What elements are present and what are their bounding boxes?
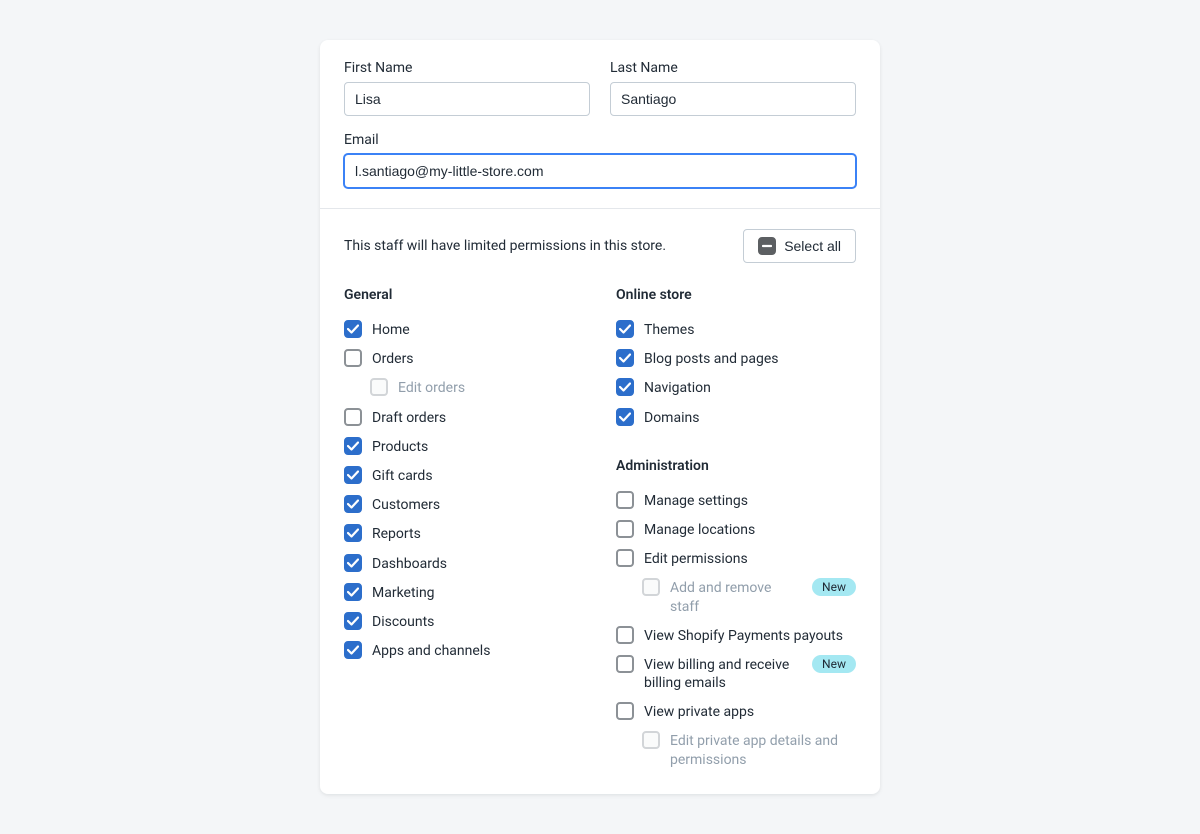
permission-checkbox[interactable] bbox=[344, 349, 362, 367]
permission-list: Themes Blog posts and pages Navigation Doma… bbox=[616, 315, 856, 432]
permission-list: Manage settings Manage locations Edit perm… bbox=[616, 486, 856, 774]
permission-label: Draft orders bbox=[372, 408, 584, 427]
permission-group-general: General Home Orders Edit orders Draft orders… bbox=[344, 287, 584, 665]
permission-checkbox[interactable] bbox=[616, 655, 634, 673]
permission-checkbox[interactable] bbox=[616, 520, 634, 538]
permission-checkbox[interactable] bbox=[344, 554, 362, 572]
permission-checkbox[interactable] bbox=[616, 549, 634, 567]
permission-item[interactable]: Domains bbox=[616, 403, 856, 432]
permission-item[interactable]: Edit permissions bbox=[616, 544, 856, 573]
new-badge: New bbox=[812, 655, 856, 673]
permission-item[interactable]: Reports bbox=[344, 519, 584, 548]
group-heading: Online store bbox=[616, 287, 856, 303]
permission-checkbox[interactable] bbox=[344, 583, 362, 601]
permission-checkbox[interactable] bbox=[616, 378, 634, 396]
permission-label: Edit permissions bbox=[644, 549, 856, 568]
permission-label: Manage settings bbox=[644, 491, 856, 510]
permissions-column-left: General Home Orders Edit orders Draft orders… bbox=[344, 287, 584, 774]
permission-checkbox[interactable] bbox=[344, 408, 362, 426]
permissions-section: This staff will have limited permissions… bbox=[320, 208, 880, 794]
permission-label: Manage locations bbox=[644, 520, 856, 539]
permission-item[interactable]: Draft orders bbox=[344, 403, 584, 432]
permission-item[interactable]: View private apps bbox=[616, 697, 856, 726]
permission-label: Edit private app details and permissions bbox=[670, 731, 856, 768]
permission-label: Reports bbox=[372, 524, 584, 543]
permission-item[interactable]: Manage locations bbox=[616, 515, 856, 544]
permission-item: Add and remove staff New bbox=[616, 573, 856, 620]
permission-label: Navigation bbox=[644, 378, 856, 397]
group-heading: General bbox=[344, 287, 584, 303]
permission-item[interactable]: Orders bbox=[344, 344, 584, 373]
permissions-column-right: Online store Themes Blog posts and pages Na… bbox=[616, 287, 856, 774]
permission-item[interactable]: Themes bbox=[616, 315, 856, 344]
permission-group-online_store: Online store Themes Blog posts and pages Na… bbox=[616, 287, 856, 432]
permission-item: Edit orders bbox=[344, 373, 584, 402]
select-all-button[interactable]: Select all bbox=[743, 229, 856, 263]
permission-checkbox[interactable] bbox=[344, 320, 362, 338]
permission-checkbox[interactable] bbox=[616, 491, 634, 509]
permission-checkbox[interactable] bbox=[616, 702, 634, 720]
permission-checkbox[interactable] bbox=[616, 320, 634, 338]
permission-label: Edit orders bbox=[398, 378, 584, 397]
permission-checkbox[interactable] bbox=[344, 641, 362, 659]
permission-item[interactable]: Gift cards bbox=[344, 461, 584, 490]
permission-checkbox[interactable] bbox=[344, 524, 362, 542]
permission-item[interactable]: Dashboards bbox=[344, 549, 584, 578]
permission-label: Products bbox=[372, 437, 584, 456]
permission-item[interactable]: View Shopify Payments payouts bbox=[616, 621, 856, 650]
permission-checkbox[interactable] bbox=[344, 437, 362, 455]
last-name-input[interactable] bbox=[610, 82, 856, 116]
group-heading: Administration bbox=[616, 458, 856, 474]
staff-permissions-card: First Name Last Name Email This staff wi… bbox=[320, 40, 880, 794]
permission-item[interactable]: Navigation bbox=[616, 373, 856, 402]
permission-item[interactable]: Blog posts and pages bbox=[616, 344, 856, 373]
permission-item[interactable]: Home bbox=[344, 315, 584, 344]
permission-label: Themes bbox=[644, 320, 856, 339]
new-badge: New bbox=[812, 578, 856, 596]
permission-label: Marketing bbox=[372, 583, 584, 602]
email-label: Email bbox=[344, 132, 856, 148]
permission-item[interactable]: Products bbox=[344, 432, 584, 461]
email-input[interactable] bbox=[344, 154, 856, 188]
permission-checkbox[interactable] bbox=[616, 626, 634, 644]
select-all-label: Select all bbox=[784, 238, 841, 254]
permission-item[interactable]: Manage settings bbox=[616, 486, 856, 515]
permission-label: View private apps bbox=[644, 702, 856, 721]
permission-item[interactable]: Discounts bbox=[344, 607, 584, 636]
permission-item[interactable]: Customers bbox=[344, 490, 584, 519]
permission-item[interactable]: Apps and channels bbox=[344, 636, 584, 665]
permission-item[interactable]: View billing and receive billing emails N… bbox=[616, 650, 856, 697]
permission-label: Dashboards bbox=[372, 554, 584, 573]
permissions-intro: This staff will have limited permissions… bbox=[344, 238, 666, 254]
permission-checkbox[interactable] bbox=[616, 349, 634, 367]
permission-label: Discounts bbox=[372, 612, 584, 631]
permission-label: Home bbox=[372, 320, 584, 339]
permission-item[interactable]: Marketing bbox=[344, 578, 584, 607]
identity-section: First Name Last Name Email bbox=[320, 40, 880, 208]
permission-checkbox[interactable] bbox=[344, 612, 362, 630]
permission-label: Apps and channels bbox=[372, 641, 584, 660]
permission-label: Add and remove staff bbox=[670, 578, 794, 615]
permission-label: View billing and receive billing emails bbox=[644, 655, 794, 692]
permission-label: Blog posts and pages bbox=[644, 349, 856, 368]
permission-checkbox bbox=[642, 731, 660, 749]
permission-label: Customers bbox=[372, 495, 584, 514]
select-all-checkbox-icon bbox=[758, 237, 776, 255]
first-name-input[interactable] bbox=[344, 82, 590, 116]
permission-checkbox[interactable] bbox=[344, 495, 362, 513]
permission-checkbox bbox=[370, 378, 388, 396]
first-name-label: First Name bbox=[344, 60, 590, 76]
permission-label: View Shopify Payments payouts bbox=[644, 626, 856, 645]
permission-checkbox bbox=[642, 578, 660, 596]
permission-group-administration: Administration Manage settings Manage loca… bbox=[616, 458, 856, 774]
permission-checkbox[interactable] bbox=[616, 408, 634, 426]
permission-item: Edit private app details and permissions bbox=[616, 726, 856, 773]
permission-label: Domains bbox=[644, 408, 856, 427]
permission-list: Home Orders Edit orders Draft orders Product… bbox=[344, 315, 584, 665]
last-name-label: Last Name bbox=[610, 60, 856, 76]
permission-label: Gift cards bbox=[372, 466, 584, 485]
permission-label: Orders bbox=[372, 349, 584, 368]
permission-checkbox[interactable] bbox=[344, 466, 362, 484]
